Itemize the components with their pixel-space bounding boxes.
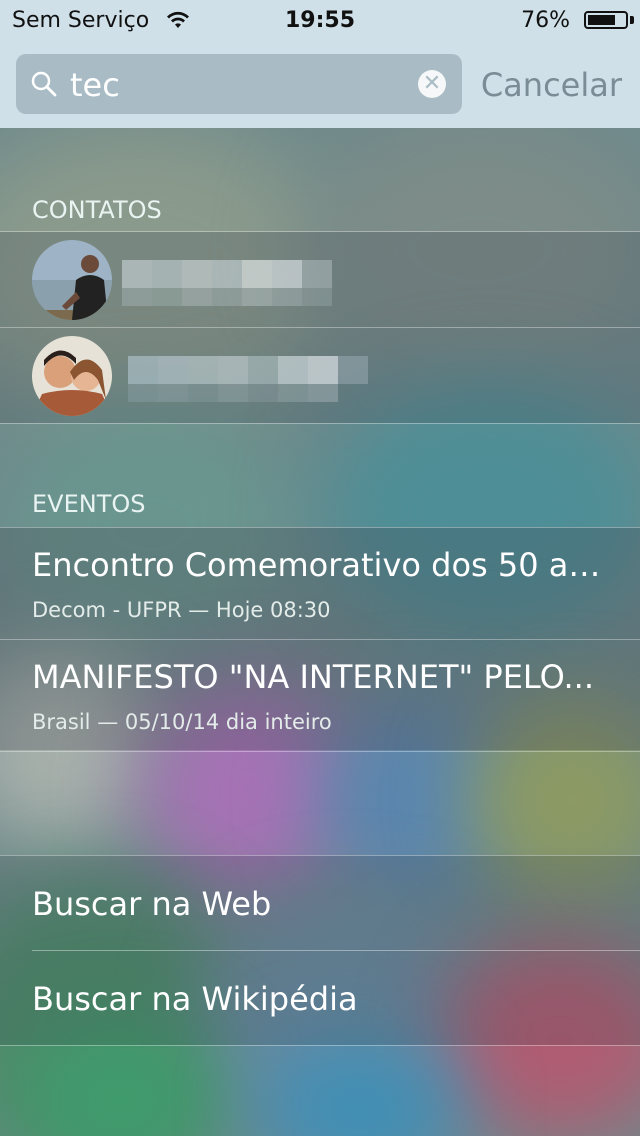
blurred-contact-name [122, 260, 332, 288]
person-photo-1 [32, 240, 112, 320]
event-row[interactable]: Encontro Comemorativo dos 50 anos de... … [0, 527, 640, 639]
contact-row[interactable] [0, 327, 640, 424]
couple-photo [32, 336, 112, 416]
cancel-button[interactable]: Cancelar [481, 66, 622, 104]
battery-icon [584, 11, 628, 29]
battery-fill [588, 15, 615, 25]
blurred-contact-detail [122, 288, 332, 306]
avatar [32, 240, 112, 320]
event-title: MANIFESTO "NA INTERNET" PELO... [32, 658, 595, 696]
clear-search-button[interactable]: ✕ [418, 70, 446, 98]
search-wikipedia-label: Buscar na Wikipédia [32, 980, 358, 1018]
divider [0, 1045, 640, 1046]
battery-tip [630, 16, 634, 24]
contacts-list [0, 231, 640, 424]
event-row[interactable]: MANIFESTO "NA INTERNET" PELO... Brasil —… [0, 639, 640, 752]
events-list: Encontro Comemorativo dos 50 anos de... … [0, 527, 640, 752]
search-input[interactable] [68, 64, 412, 106]
search-web-row[interactable]: Buscar na Web [0, 855, 640, 950]
status-bar: Sem Serviço 19:55 76% [0, 0, 640, 40]
event-subtitle: Decom - UFPR — Hoje 08:30 [32, 598, 331, 622]
blurred-contact-name [128, 356, 368, 384]
search-icon [31, 71, 57, 97]
search-header: Sem Serviço 19:55 76% ✕ Cancelar [0, 0, 640, 128]
blurred-contact-detail [128, 384, 338, 402]
event-title: Encontro Comemorativo dos 50 anos de... [32, 546, 608, 584]
event-subtitle: Brasil — 05/10/14 dia inteiro [32, 710, 332, 734]
search-wikipedia-row[interactable]: Buscar na Wikipédia [0, 950, 640, 1045]
avatar [32, 336, 112, 416]
web-search-actions: Buscar na Web Buscar na Wikipédia [0, 855, 640, 1046]
search-field[interactable]: ✕ [16, 54, 462, 114]
battery-percentage: 76% [521, 8, 570, 33]
contact-row[interactable] [0, 231, 640, 327]
search-web-label: Buscar na Web [32, 885, 272, 923]
